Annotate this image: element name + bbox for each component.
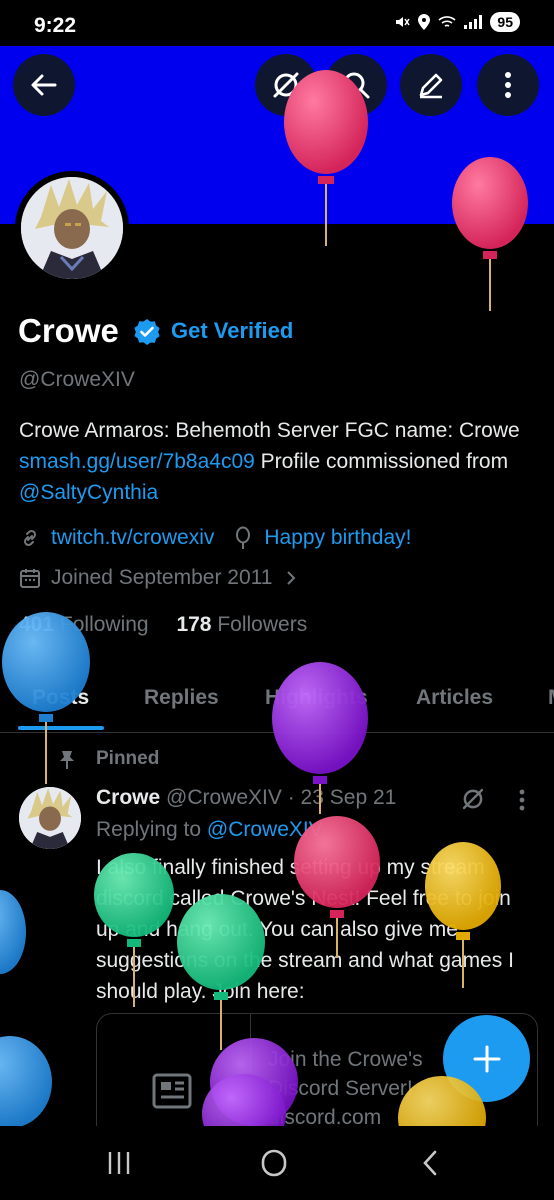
pinned-label: Pinned — [96, 748, 160, 769]
balloon-blue-3 — [0, 1036, 52, 1128]
pin-icon — [60, 751, 74, 769]
following-count: 401 — [19, 613, 55, 636]
home-icon[interactable] — [260, 1148, 288, 1178]
post-grok-icon[interactable] — [460, 786, 486, 812]
edit-button[interactable] — [400, 54, 462, 116]
followers-count: 178 — [176, 613, 212, 636]
post-avatar-illustration — [19, 787, 81, 849]
following-stat[interactable]: 401 Following — [19, 613, 149, 636]
profile-handle: @CroweXIV — [19, 368, 135, 391]
followers-stat[interactable]: 178 Followers — [176, 613, 307, 636]
joined-row[interactable]: Joined September 2011 — [19, 566, 298, 590]
post-avatar[interactable] — [19, 787, 81, 849]
more-vertical-icon — [505, 72, 511, 98]
avatar[interactable] — [21, 177, 123, 279]
chevron-right-icon — [287, 571, 296, 585]
search-icon — [343, 72, 370, 99]
profile-meta-row: twitch.tv/crowexiv Happy birthday! — [19, 526, 411, 550]
bio-link-saltycynthia[interactable]: @SaltyCynthia — [19, 481, 158, 504]
article-icon — [152, 1073, 192, 1109]
balloon-blue-2 — [0, 890, 26, 974]
back-nav-icon[interactable] — [420, 1149, 440, 1177]
profile-tabs: Posts Replies Highlights Articles M — [0, 670, 554, 733]
balloon-icon — [236, 526, 251, 549]
follow-stats: 401 Following 178 Followers — [19, 613, 307, 637]
status-time: 9:22 — [34, 14, 77, 37]
link-icon — [23, 529, 37, 547]
bio-text-1: Crowe Armaros: Behemoth Server FGC name:… — [19, 419, 520, 442]
website-link[interactable]: twitch.tv/crowexiv — [51, 526, 214, 550]
post-header: Crowe @CroweXIV · 23 Sep 21 — [96, 786, 396, 810]
avatar-illustration — [21, 177, 123, 279]
tab-highlights[interactable]: Highlights — [265, 686, 368, 710]
compose-fab[interactable] — [443, 1015, 530, 1102]
tab-posts[interactable]: Posts — [32, 686, 89, 710]
followers-label: Followers — [217, 613, 308, 636]
get-verified-link[interactable]: Get Verified — [171, 318, 293, 344]
link-card-text: Join the Crowe's Discord Server! discord… — [268, 1045, 458, 1132]
replying-handle-link[interactable]: @CroweXIV — [207, 818, 323, 841]
replying-label: Replying to — [96, 818, 207, 841]
battery-indicator: 95 — [490, 12, 520, 32]
birthday-link[interactable]: Happy birthday! — [264, 526, 411, 550]
bio-link-smashgg[interactable]: smash.gg/user/7b8a4c09 — [19, 450, 255, 473]
wifi-icon — [438, 16, 456, 27]
joined-date: Joined September 2011 — [51, 566, 273, 589]
post-handle[interactable]: @CroweXIV — [166, 786, 282, 809]
tab-media[interactable]: M — [548, 686, 554, 710]
calendar-icon — [20, 569, 40, 588]
profile-name: Crowe — [18, 312, 119, 349]
mute-icon — [396, 17, 411, 27]
location-icon — [418, 14, 431, 30]
bio-text-2: Profile commissioned from — [254, 450, 509, 473]
link-card-title: Join the Crowe's Discord Server! — [268, 1048, 423, 1100]
following-label: Following — [59, 613, 149, 636]
post-text: I also finally finished setting up my st… — [96, 856, 514, 1003]
grok-button[interactable] — [255, 54, 317, 116]
verified-badge-icon — [134, 319, 160, 345]
grok-icon — [273, 72, 299, 98]
recent-apps-icon[interactable] — [107, 1150, 131, 1176]
plus-icon — [473, 1045, 500, 1072]
post-more-icon[interactable] — [518, 788, 526, 812]
active-tab-indicator — [18, 726, 104, 730]
more-options-button[interactable] — [477, 54, 539, 116]
system-nav-bar — [0, 1126, 554, 1200]
tab-replies[interactable]: Replies — [144, 686, 219, 710]
status-bar: 9:22 95 — [0, 0, 554, 46]
back-button[interactable] — [13, 54, 75, 116]
post-author[interactable]: Crowe — [96, 786, 160, 809]
edit-icon — [419, 73, 443, 99]
tab-articles[interactable]: Articles — [416, 686, 493, 710]
search-button[interactable] — [325, 54, 387, 116]
post-date: · 23 Sep 21 — [287, 786, 397, 809]
back-arrow-icon — [31, 74, 57, 96]
status-icons: 95 — [394, 12, 520, 32]
replying-to: Replying to @CroweXIV — [96, 818, 323, 842]
profile-bio: Crowe Armaros: Behemoth Server FGC name:… — [19, 415, 539, 508]
signal-icon — [464, 15, 483, 29]
